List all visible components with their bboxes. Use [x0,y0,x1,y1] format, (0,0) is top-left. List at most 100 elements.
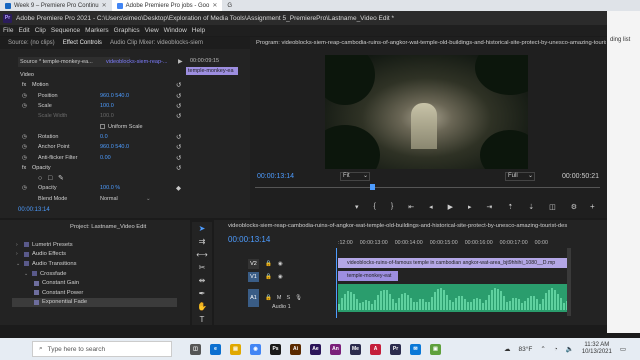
ellipse-mask-icon[interactable]: ○ [38,175,42,182]
clock[interactable]: 11:32 AM 10/13/2021 [582,342,612,356]
mail-icon[interactable]: ✉ [410,343,421,355]
weather-temp[interactable]: 83°F [519,346,533,353]
stopwatch-icon[interactable]: ◷ [22,93,27,99]
chevron-down-icon[interactable]: ⌄ [24,271,29,277]
browser-tab-premiere-jobs[interactable]: Adobe Premiere Pro jobs - Goo ✕ [111,0,223,11]
menu-sequence[interactable]: Sequence [51,27,80,34]
program-playhead[interactable] [370,184,376,190]
tree-item-exponential-fade[interactable]: Exponential Fade [12,297,177,308]
animate-icon[interactable]: An [330,343,341,355]
stopwatch-icon[interactable]: ◷ [22,185,27,191]
chevron-down-icon[interactable]: ⌄ [16,261,21,267]
type-tool-icon[interactable]: T [195,314,209,326]
slip-tool-icon[interactable]: ⇹ [195,275,209,287]
timeline-sequence-tab[interactable]: videoblocks-siem-reap-cambodia-ruins-of-… [228,223,603,229]
notifications-icon[interactable]: ▭ [620,345,626,353]
program-scrub-bar[interactable] [255,187,600,188]
stopwatch-icon[interactable]: ◷ [22,155,27,161]
chevron-down-icon[interactable]: ⌄ [146,196,151,202]
timeline-clip-v1[interactable]: temple-monkey-eat [338,271,398,281]
tree-item-crossfade[interactable]: ⌄ Crossfade [12,269,177,279]
menu-clip[interactable]: Clip [35,27,46,34]
rectangle-mask-icon[interactable]: □ [48,175,52,182]
timeline-ruler[interactable]: :12:00 00:00:13:00 00:00:14:00 00:00:15:… [338,240,568,246]
tab-effect-controls[interactable]: Effect Controls [63,40,102,46]
go-to-in-icon[interactable]: } [391,203,393,211]
step-back-frame-icon[interactable]: ◂ [429,203,433,211]
app-icon[interactable]: ▣ [430,343,441,355]
anchor-point-value[interactable]: 960.0 540.0 [100,144,129,150]
track-target-v1[interactable]: V1 [248,272,259,282]
reset-icon[interactable]: ↺ [176,112,181,120]
resolution-select[interactable]: Full ⌄ [505,172,535,181]
timeline-scrollbar[interactable] [567,248,571,316]
reset-icon[interactable]: ↺ [176,133,181,141]
blend-mode-select[interactable]: Normal [100,196,118,202]
reset-icon[interactable]: ↺ [176,92,181,100]
keyframe-nav-icon[interactable]: ◆ [176,184,181,192]
browser-tab-week9[interactable]: Week 9 – Premiere Pro Continu ✕ [0,0,112,11]
reset-icon[interactable]: ↺ [176,102,181,110]
step-forward-frame-icon[interactable]: ▸ [468,203,472,211]
motion-row[interactable]: fx Motion ↺ [18,80,190,90]
weather-icon[interactable]: ☁ [504,345,511,353]
lock-icon[interactable]: 🔒 [265,261,272,267]
tray-chevron-icon[interactable]: ⌃ [540,345,545,353]
network-icon[interactable]: ◔ [554,346,558,353]
reset-icon[interactable]: ↺ [176,143,181,151]
reset-icon[interactable]: ↺ [176,164,181,172]
eye-icon[interactable]: ◉ [278,274,283,280]
menu-help[interactable]: Help [192,27,205,34]
microphone-icon[interactable]: 🎙 [295,295,302,301]
taskbar-search-box[interactable]: ⌕ Type here to search [32,341,172,357]
video-frame[interactable] [325,55,528,169]
mark-in-icon[interactable]: ▾ [355,203,359,211]
tree-item-audio-effects[interactable]: › Audio Effects [12,250,177,260]
export-frame-icon[interactable]: ◫ [549,203,556,211]
tree-item-constant-gain[interactable]: Constant Gain [12,278,177,288]
program-monitor-title[interactable]: Program: videoblocks-siem-reap-cambodia-… [256,40,606,46]
opacity-value[interactable]: 100.0 % [100,185,120,191]
settings-icon[interactable]: ⚙ [571,203,577,211]
track-target-a1[interactable]: A1 [248,289,259,307]
zoom-select[interactable]: Fit ⌄ [340,172,370,181]
timeline-clip-a1[interactable] [338,284,570,312]
acrobat-icon[interactable]: A [370,343,381,355]
rotation-value[interactable]: 0.0 [100,134,108,140]
lift-icon[interactable]: ⇡ [507,203,513,211]
chrome-icon[interactable]: ◉ [250,343,261,355]
track-select-tool-icon[interactable]: ⇉ [195,236,209,248]
browser-tab-g[interactable]: G [222,0,237,11]
close-icon[interactable]: ✕ [212,2,217,9]
reset-icon[interactable]: ↺ [176,154,181,162]
pen-tool-icon[interactable]: ✒ [195,288,209,300]
premiere-taskbar-icon[interactable]: Pr [390,343,401,355]
mark-out-icon[interactable]: { [374,203,376,211]
chevron-right-icon[interactable]: › [16,242,21,248]
pen-mask-icon[interactable]: ✎ [58,174,64,182]
opacity-section-row[interactable]: fx Opacity ↺ [18,163,190,173]
photoshop-icon[interactable]: Ps [270,343,281,355]
tree-item-lumetri-presets[interactable]: › Lumetri Presets [12,240,177,250]
razor-tool-icon[interactable]: ✂ [195,262,209,274]
file-explorer-icon[interactable]: ▤ [230,343,241,355]
uniform-scale-checkbox[interactable] [100,124,105,130]
hand-tool-icon[interactable]: ✋ [195,301,209,313]
position-value[interactable]: 960.0 540.0 [100,93,129,99]
extract-icon[interactable]: ⇣ [528,203,534,211]
stopwatch-icon[interactable]: ◷ [22,103,27,109]
menu-view[interactable]: View [145,27,159,34]
timeline-clip-v2[interactable]: videoblocks-ruins-of-famous temple in ca… [338,258,570,268]
timeline-playhead[interactable] [336,248,337,318]
menu-file[interactable]: File [3,27,13,34]
anti-flicker-value[interactable]: 0.00 [100,155,111,161]
menu-edit[interactable]: Edit [18,27,29,34]
tab-source[interactable]: Source: (no clips) [8,40,55,46]
illustrator-icon[interactable]: Ai [290,343,301,355]
reset-icon[interactable]: ↺ [176,81,181,89]
media-encoder-icon[interactable]: Me [350,343,361,355]
eye-icon[interactable]: ◉ [278,261,283,267]
ec-mini-clip[interactable]: temple-monkey-ea [186,67,238,75]
button-editor-plus-icon[interactable]: + [590,202,595,211]
chevron-right-icon[interactable]: › [16,251,21,257]
